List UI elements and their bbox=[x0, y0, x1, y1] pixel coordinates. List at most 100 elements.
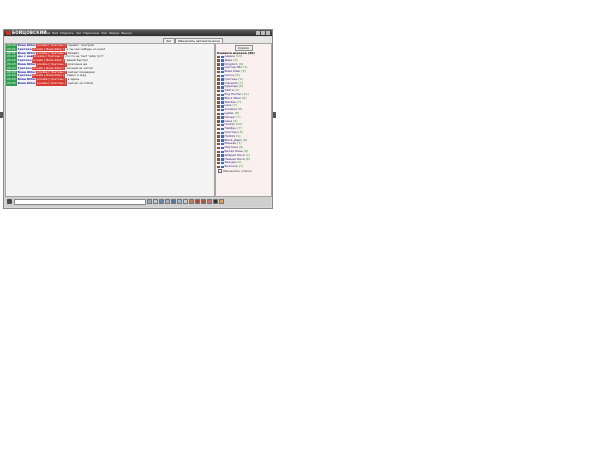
clan-icon bbox=[217, 105, 220, 108]
private-message-icon[interactable] bbox=[221, 142, 224, 146]
nav-item[interactable]: Чат bbox=[76, 30, 82, 36]
private-message-icon[interactable] bbox=[221, 74, 224, 78]
private-message-icon[interactable] bbox=[221, 97, 224, 100]
clan-icon bbox=[217, 63, 220, 66]
map-icon[interactable] bbox=[201, 199, 206, 204]
private-message-icon[interactable] bbox=[221, 82, 224, 85]
private-message-icon[interactable] bbox=[221, 150, 224, 154]
private-message-icon[interactable] bbox=[221, 112, 224, 116]
nav-item[interactable]: Форум bbox=[109, 30, 119, 36]
user-level: [8] bbox=[242, 95, 247, 100]
nav-item[interactable]: Мой bbox=[44, 30, 50, 36]
clan-icon bbox=[217, 131, 220, 135]
chat-input[interactable] bbox=[14, 199, 146, 205]
private-message-icon[interactable] bbox=[221, 116, 224, 119]
refresh-checkbox[interactable] bbox=[218, 168, 222, 173]
private-message-icon[interactable] bbox=[221, 154, 224, 157]
message-time: 20:25 bbox=[6, 81, 17, 86]
sound-icon[interactable] bbox=[171, 199, 176, 204]
message-recipient[interactable]: private [ Гретхен ] bbox=[35, 81, 67, 86]
private-message-icon[interactable] bbox=[221, 55, 224, 59]
chat-log: 20:20 Вова Killer private [ Гретхен ] приве… bbox=[5, 43, 215, 197]
clan-icon bbox=[217, 67, 220, 70]
clan-icon bbox=[217, 161, 220, 165]
private-message-icon[interactable] bbox=[221, 70, 224, 74]
inventory-icon[interactable] bbox=[189, 199, 194, 204]
clan-icon bbox=[217, 165, 220, 169]
clan-icon bbox=[217, 112, 220, 116]
heart-icon[interactable] bbox=[207, 199, 212, 204]
game-window: БОЙЦОВСКИЙ Мой Бой Подпись Чат Персонаж … bbox=[3, 29, 273, 209]
nav-item[interactable]: Персонаж bbox=[83, 30, 99, 36]
player-list-panel: Список Комната игроков (30) Админ [10] Дар… bbox=[215, 43, 272, 197]
clan-icon bbox=[217, 74, 220, 78]
close-icon[interactable] bbox=[266, 31, 270, 35]
clan-icon bbox=[217, 93, 220, 97]
clan-icon bbox=[217, 86, 220, 89]
info-icon[interactable] bbox=[219, 199, 224, 204]
nav-item[interactable]: Зал bbox=[101, 30, 107, 36]
clan-icon bbox=[217, 123, 220, 127]
private-message-icon[interactable] bbox=[221, 63, 224, 66]
clan-icon bbox=[217, 139, 220, 142]
private-message-icon[interactable] bbox=[221, 101, 224, 104]
clan-icon bbox=[217, 127, 220, 131]
private-message-icon[interactable] bbox=[221, 86, 224, 89]
user-level: [7] bbox=[236, 99, 241, 104]
chat-tools bbox=[147, 199, 224, 204]
chat-message: 20:25 Вова Killer private [ Гретхен ] сейча… bbox=[6, 81, 214, 86]
private-message-icon[interactable] bbox=[221, 135, 224, 138]
nav-item[interactable]: Выход bbox=[121, 30, 131, 36]
private-message-icon[interactable] bbox=[221, 131, 224, 135]
settings-icon[interactable] bbox=[183, 199, 188, 204]
private-message-icon[interactable] bbox=[221, 59, 224, 62]
clan-icon bbox=[217, 97, 220, 100]
site-logo[interactable]: БОЙЦОВСКИЙ bbox=[6, 30, 47, 36]
window-controls bbox=[256, 31, 270, 35]
refresh-label: Обновлять список bbox=[223, 168, 252, 173]
user-level: [8] bbox=[241, 69, 246, 74]
private-message-icon[interactable] bbox=[221, 105, 224, 108]
clan-icon bbox=[217, 78, 220, 81]
user-level: [6] bbox=[238, 84, 244, 89]
refresh-icon[interactable] bbox=[165, 199, 170, 204]
exit-icon[interactable] bbox=[213, 199, 218, 204]
battle-icon[interactable] bbox=[195, 199, 200, 204]
logo-text: БОЙЦОВСКИЙ bbox=[12, 30, 47, 35]
smiley-icon[interactable] bbox=[7, 199, 12, 204]
private-icon[interactable] bbox=[159, 199, 164, 204]
private-message-icon[interactable] bbox=[221, 165, 224, 169]
private-message-icon[interactable] bbox=[221, 158, 224, 161]
clan-icon bbox=[217, 150, 220, 154]
private-message-icon[interactable] bbox=[221, 127, 224, 131]
clan-icon bbox=[217, 116, 220, 119]
refresh-list-option[interactable]: Обновлять список bbox=[216, 168, 271, 173]
nav-item[interactable]: Бой bbox=[52, 30, 58, 36]
message-sender[interactable]: Вова Killer bbox=[18, 81, 36, 86]
user-list: Админ [10] Дарк [8] Kingdom [9] мистер Mix [7] В… bbox=[216, 54, 271, 169]
private-message-icon[interactable] bbox=[221, 123, 224, 127]
private-message-icon[interactable] bbox=[221, 93, 224, 97]
private-message-icon[interactable] bbox=[221, 120, 224, 123]
clan-icon bbox=[217, 154, 220, 157]
private-message-icon[interactable] bbox=[221, 89, 224, 93]
translit-icon[interactable] bbox=[177, 199, 182, 204]
private-message-icon[interactable] bbox=[221, 67, 224, 70]
private-message-icon[interactable] bbox=[221, 161, 224, 165]
clan-icon bbox=[217, 59, 220, 62]
filter-icon[interactable] bbox=[153, 199, 158, 204]
clan-icon bbox=[217, 101, 220, 104]
private-message-icon[interactable] bbox=[221, 146, 224, 150]
clear-icon[interactable] bbox=[147, 199, 152, 204]
maximize-icon[interactable] bbox=[261, 31, 265, 35]
logo-icon bbox=[6, 31, 11, 35]
clan-icon bbox=[217, 89, 220, 93]
private-message-icon[interactable] bbox=[221, 78, 224, 81]
nav-item[interactable]: Подпись bbox=[60, 30, 74, 36]
clan-icon bbox=[217, 146, 220, 150]
clan-icon bbox=[217, 108, 220, 112]
private-message-icon[interactable] bbox=[221, 139, 224, 142]
private-message-icon[interactable] bbox=[221, 108, 224, 112]
user-level: [8] bbox=[243, 137, 248, 142]
minimize-icon[interactable] bbox=[256, 31, 260, 35]
